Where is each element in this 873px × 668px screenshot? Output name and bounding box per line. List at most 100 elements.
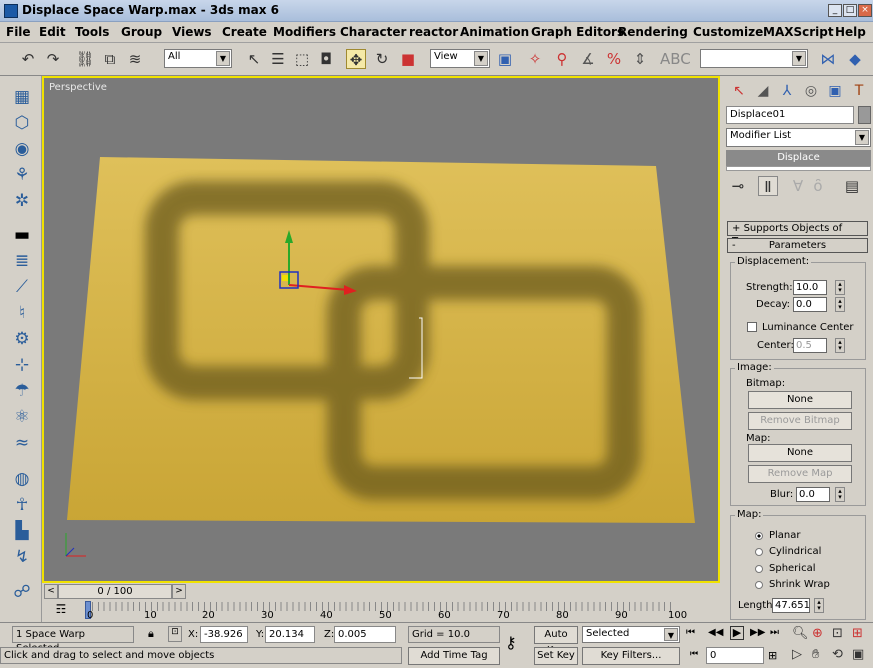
next-frame-icon[interactable]: ▶▶ <box>750 627 765 638</box>
bitmap-none-button[interactable]: None <box>748 391 852 409</box>
show-end-result-icon[interactable]: Ⅱ <box>758 176 778 196</box>
pan-icon[interactable]: ✋︎ <box>812 647 819 662</box>
mini-listener-icon[interactable]: ☍ <box>11 581 33 603</box>
scale-icon[interactable]: ■ <box>398 49 418 69</box>
helpers-tab-icon[interactable]: ✲ <box>11 190 33 212</box>
objects-tab-icon[interactable]: ▦ <box>11 86 33 108</box>
z-coordinate-field[interactable]: 0.005 <box>334 626 396 643</box>
menu-animation[interactable]: Animation <box>460 25 529 39</box>
dynamics-tab-icon[interactable]: ⚙ <box>11 328 33 350</box>
decay-spinner[interactable]: 0.0 <box>793 297 827 312</box>
rotate-icon[interactable]: ↻ <box>372 49 392 69</box>
menu-group[interactable]: Group <box>121 25 162 39</box>
menu-graph-editors[interactable]: Graph Editors <box>531 25 624 39</box>
pin-stack-icon[interactable]: ⊸ <box>728 176 748 196</box>
undo-icon[interactable]: ↶ <box>18 49 38 69</box>
menu-create[interactable]: Create <box>222 25 267 39</box>
stack-item-displace[interactable]: Displace <box>726 150 871 166</box>
play-icon[interactable]: ▶ <box>730 626 744 640</box>
center-spinner[interactable]: 0.5 <box>793 338 827 353</box>
planar-radio[interactable] <box>755 532 763 540</box>
spinner-arrows-icon[interactable]: ▴ ▾ <box>835 338 845 353</box>
arc-rotate-icon[interactable]: ⟲ <box>832 647 843 662</box>
move-icon[interactable]: ✥ <box>346 49 366 69</box>
y-coordinate-field[interactable]: 20.134 <box>265 626 315 643</box>
selection-filter-dropdown[interactable]: All ▼ <box>164 49 232 68</box>
reference-coordinate-dropdown[interactable]: View ▼ <box>430 49 490 68</box>
time-slider[interactable]: 0 / 100 <box>58 584 172 599</box>
configure-sets-icon[interactable]: ▤ <box>842 176 862 196</box>
lock-icon[interactable]: 🔒︎ <box>148 627 154 641</box>
close-icon[interactable]: × <box>858 4 872 17</box>
window-crossing-icon[interactable]: ◘ <box>316 49 336 69</box>
select-object-icon[interactable]: ↖ <box>244 49 264 69</box>
menu-file[interactable]: File <box>6 25 31 39</box>
rendering-tab-icon[interactable]: ◍ <box>11 468 33 490</box>
menu-modifiers[interactable]: Modifiers <box>273 25 336 39</box>
lights-tab-icon[interactable]: ⚘ <box>11 164 33 186</box>
modifiers-tab-icon[interactable]: ☂ <box>11 380 33 402</box>
spinner-arrows-icon[interactable]: ▴ ▾ <box>835 280 845 295</box>
utilities-tab-icon[interactable]: T <box>848 79 870 103</box>
rectangular-selection-icon[interactable]: ⬚ <box>292 49 312 69</box>
compounds-tab-icon[interactable]: ◉ <box>11 138 33 160</box>
blur-spinner[interactable]: 0.0 <box>796 487 830 502</box>
menu-views[interactable]: Views <box>172 25 212 39</box>
select-by-name-icon[interactable]: ☰ <box>268 49 288 69</box>
key-icon[interactable]: ⚷ <box>505 633 517 652</box>
named-selection-dropdown[interactable]: ▼ <box>700 49 808 68</box>
zoom-all-icon[interactable]: ⊕ <box>812 626 823 641</box>
display-tab-icon[interactable]: ▣ <box>824 79 846 103</box>
hierarchy-tab-icon[interactable]: ⅄ <box>776 79 798 103</box>
menu-tools[interactable]: Tools <box>75 25 109 39</box>
length-spinner[interactable]: 47.651 <box>772 598 810 613</box>
redo-icon[interactable]: ↷ <box>43 49 63 69</box>
pivot-center-icon[interactable]: ▣ <box>495 49 515 69</box>
snap-toggle-icon[interactable]: ⚲ <box>552 49 572 69</box>
create-tab-icon[interactable]: ↖ <box>728 79 750 103</box>
modify-tab-icon[interactable]: ◢ <box>752 79 774 103</box>
luminance-center-checkbox[interactable] <box>747 322 757 332</box>
cameras-tab-icon[interactable]: ▬ <box>11 224 33 246</box>
trackbar[interactable]: ☶ 0 10 20 30 40 50 60 70 80 90 100 <box>42 600 720 622</box>
remove-bitmap-button[interactable]: Remove Bitmap <box>748 412 852 430</box>
reactor-tab-icon[interactable]: ⚛ <box>11 406 33 428</box>
key-mode-toggle-icon[interactable]: ⏮ <box>690 649 698 659</box>
go-to-start-icon[interactable]: ⏮ <box>686 627 695 638</box>
animation-tab-icon[interactable]: ≈ <box>11 432 33 454</box>
rollout-supports-objects[interactable]: + Supports Objects of Type <box>727 221 868 247</box>
bind-space-warp-icon[interactable]: ≋ <box>125 49 145 69</box>
current-frame-field[interactable]: 0 <box>706 647 764 664</box>
key-filters-button[interactable]: Key Filters... <box>582 647 680 665</box>
add-time-tag-button[interactable]: Add Time Tag <box>408 647 500 665</box>
menu-maxscript[interactable]: MAXScript <box>763 25 834 39</box>
cylindrical-radio[interactable] <box>755 548 763 556</box>
absolute-mode-icon[interactable]: ⊡ <box>168 626 182 642</box>
map-none-button[interactable]: None <box>748 444 852 462</box>
shrink-wrap-radio[interactable] <box>755 581 763 589</box>
spherical-radio[interactable] <box>755 565 763 573</box>
menu-reactor[interactable]: reactor <box>409 25 458 39</box>
object-name-field[interactable]: Displace01 <box>726 106 854 124</box>
key-mode-dropdown[interactable]: Selected ▼ <box>582 626 680 643</box>
go-to-end-icon[interactable]: ⏭ <box>770 627 779 638</box>
prev-frame-arrow-icon[interactable]: < <box>44 584 58 599</box>
patch-tab-icon[interactable]: ⟋ <box>11 276 33 298</box>
nurbs-tab-icon[interactable]: ♮ <box>11 302 33 324</box>
motion-tab-icon[interactable]: ◎ <box>800 79 822 103</box>
make-unique-icon[interactable]: ∀ <box>788 176 808 196</box>
edit-named-selection-icon[interactable]: ABC <box>660 49 691 69</box>
zoom-icon[interactable]: 🔍︎ <box>792 626 809 641</box>
next-frame-arrow-icon[interactable]: > <box>172 584 186 599</box>
remove-map-button[interactable]: Remove Map <box>748 465 852 483</box>
angle-snap-icon[interactable]: ∡ <box>578 49 598 69</box>
curve-editor-icon[interactable]: ☶ <box>52 602 70 618</box>
set-key-button[interactable]: Set Key <box>534 647 578 665</box>
menu-edit[interactable]: Edit <box>39 25 66 39</box>
mirror-icon[interactable]: ⋈ <box>818 49 838 69</box>
character-tab-icon[interactable]: ☥ <box>11 494 33 516</box>
space-warps-tab-icon[interactable]: ⊹ <box>11 354 33 376</box>
menu-rendering[interactable]: Rendering <box>618 25 688 39</box>
auto-key-button[interactable]: Auto Key <box>534 626 578 656</box>
time-configuration-icon[interactable]: ⊞ <box>768 649 777 662</box>
